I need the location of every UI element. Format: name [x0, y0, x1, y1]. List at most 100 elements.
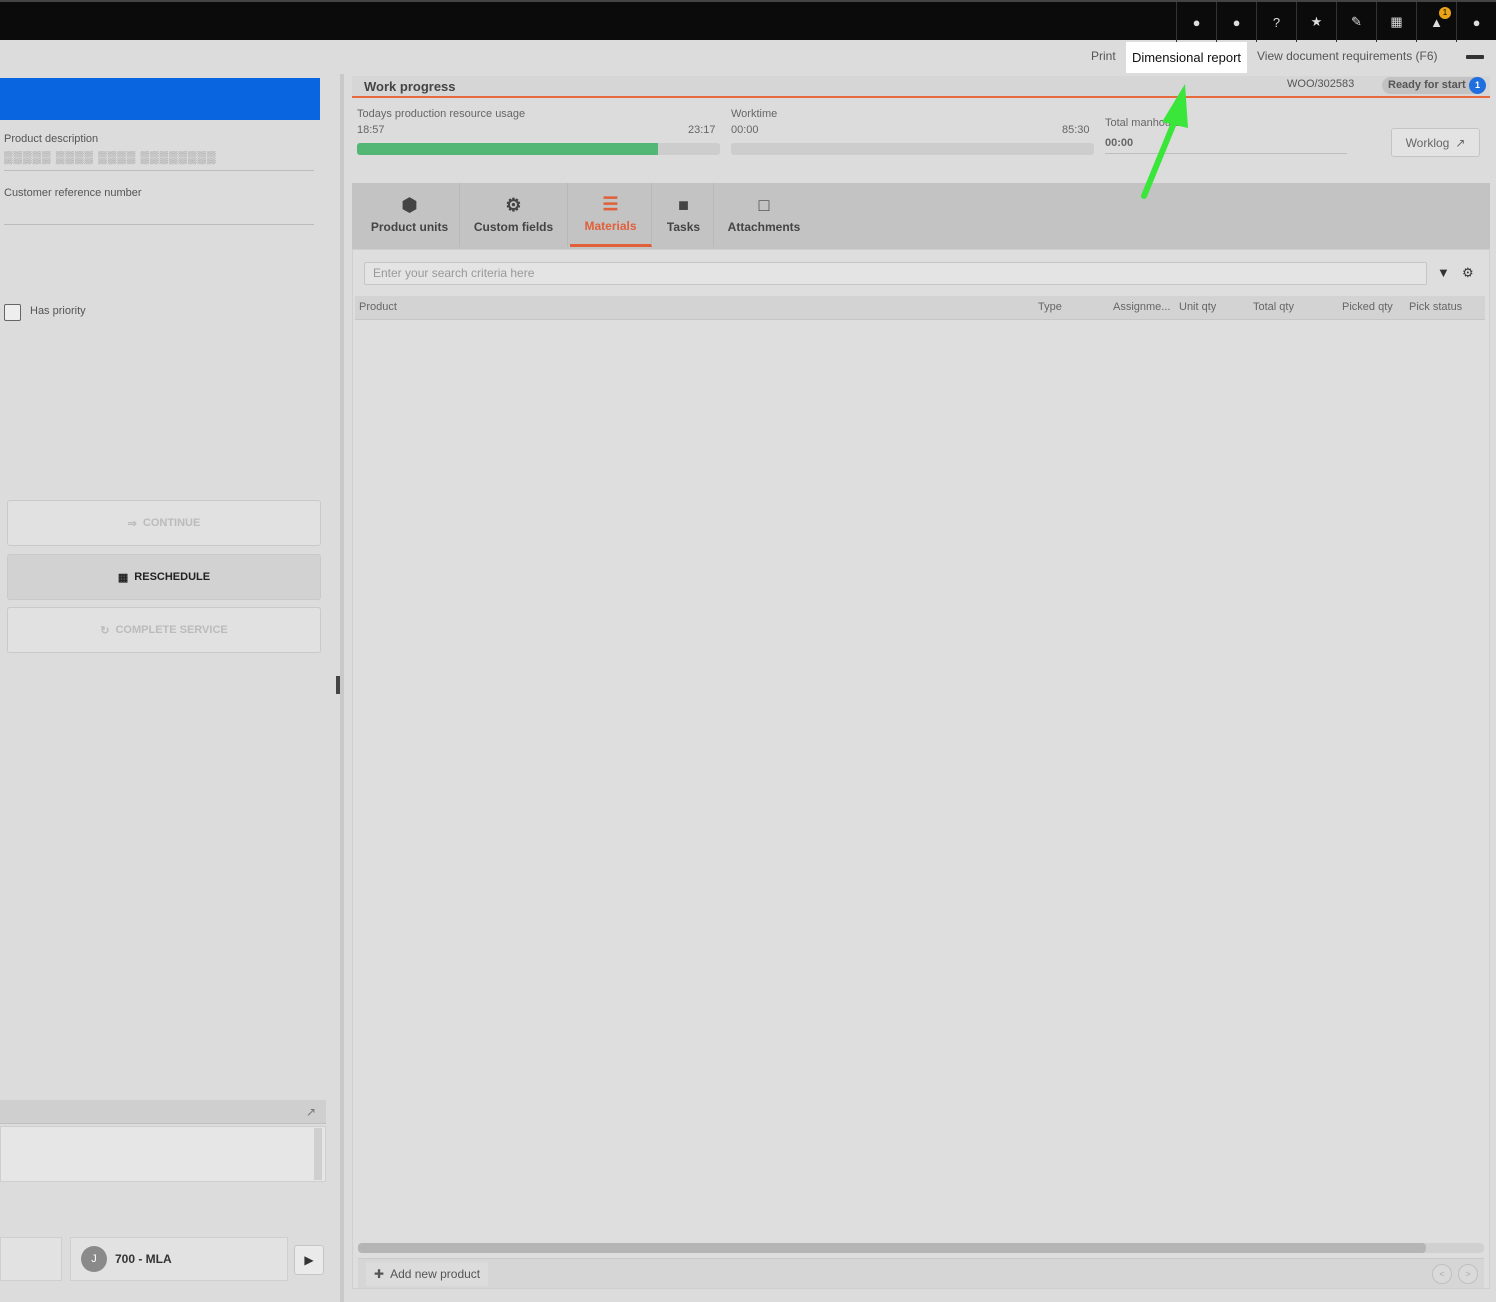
previous-page-button[interactable]: <	[1432, 1264, 1452, 1284]
chevron-right-icon: >	[1465, 1269, 1471, 1279]
tab-tasks[interactable]: ■ Tasks	[654, 183, 714, 247]
resource-usage-fill	[357, 143, 659, 155]
grid-glyph: ▦	[1390, 14, 1403, 29]
plus-icon: ✚	[374, 1267, 385, 1281]
column-assignment[interactable]: Assignme...	[1113, 301, 1170, 313]
notes-scrollbar[interactable]	[314, 1128, 322, 1180]
help-icon[interactable]: ?	[1256, 2, 1296, 42]
clock-icon[interactable]: ●	[1176, 2, 1216, 42]
work-progress-title: Work progress	[364, 79, 456, 94]
user-glyph: ●	[1472, 14, 1481, 30]
chat-icon[interactable]: ●	[1216, 2, 1256, 42]
tab-label: Custom fields	[473, 220, 554, 234]
notification-badge: 1	[1439, 7, 1451, 19]
product-units-icon: ⬢	[401, 195, 418, 215]
next-page-button[interactable]: >	[1458, 1264, 1478, 1284]
resource-usage-label: Todays production resource usage	[357, 108, 526, 120]
external-link-icon: ↗	[1455, 135, 1466, 150]
scrollbar-thumb[interactable]	[358, 1243, 1426, 1253]
status-text: Ready for start	[1388, 79, 1466, 91]
chat-glyph: ●	[1232, 14, 1241, 30]
total-manhours-value: 00:00	[1105, 137, 1134, 149]
filter-icon[interactable]: ▼	[1437, 265, 1450, 280]
materials-footer: ✚ Add new product < >	[358, 1258, 1484, 1288]
user-label: 700 - MLA	[115, 1252, 172, 1266]
tab-product-units[interactable]: ⬢ Product units	[360, 183, 460, 247]
column-pick-status[interactable]: Pick status	[1409, 301, 1462, 313]
customer-reference-field[interactable]	[4, 224, 314, 225]
add-new-product-button[interactable]: ✚ Add new product	[366, 1262, 489, 1286]
complete-service-label: COMPLETE SERVICE	[115, 624, 228, 636]
search-input[interactable]: Enter your search criteria here	[364, 262, 1427, 285]
tab-attachments[interactable]: □ Attachments	[716, 183, 812, 247]
tab-bar: ⬢ Product units ⚙ Custom fields ☰ Materi…	[352, 183, 1490, 249]
calendar-icon: ▦	[117, 571, 129, 584]
tab-label: Attachments	[727, 220, 801, 234]
resource-usage-bar	[357, 143, 720, 155]
tasks-icon: ■	[678, 195, 689, 215]
worktime-end: 85:30	[1062, 124, 1090, 136]
more-menu-icon[interactable]	[1466, 55, 1484, 59]
column-picked-qty[interactable]: Picked qty	[1342, 301, 1393, 313]
reschedule-button[interactable]: ▦ RESCHEDULE	[7, 554, 321, 600]
footer-box[interactable]	[0, 1237, 62, 1281]
dimensional-report-link[interactable]: Dimensional report	[1126, 42, 1247, 73]
attachments-icon: □	[758, 195, 770, 215]
panel-divider	[340, 74, 344, 1302]
chevron-right-icon: ▶	[304, 1253, 314, 1267]
help-glyph: ?	[1272, 14, 1281, 30]
add-new-product-label: Add new product	[390, 1267, 481, 1281]
has-priority-checkbox[interactable]	[4, 304, 21, 321]
worktime-start: 00:00	[731, 124, 759, 136]
tab-label: Materials	[584, 218, 637, 233]
bell-icon[interactable]: ▲ 1	[1416, 2, 1456, 42]
horizontal-scrollbar[interactable]	[358, 1243, 1484, 1253]
top-bar: ● ● ? ★ ✎ ▦ ▲ 1 ●	[0, 0, 1496, 42]
external-link-icon[interactable]: ↗	[306, 1105, 316, 1119]
header-bar	[0, 78, 320, 120]
view-document-requirements-link[interactable]: View document requirements (F6)	[1257, 49, 1438, 63]
column-unit-qty[interactable]: Unit qty	[1179, 301, 1216, 313]
chevron-left-icon: <	[1439, 1269, 1445, 1279]
splitter-handle[interactable]	[336, 676, 340, 694]
print-link[interactable]: Print	[1091, 49, 1116, 63]
product-description-underline	[4, 170, 314, 171]
continue-label: CONTINUE	[142, 517, 201, 529]
column-type[interactable]: Type	[1038, 301, 1062, 313]
materials-icon: ☰	[602, 193, 619, 214]
materials-panel	[352, 249, 1490, 1289]
star-icon[interactable]: ★	[1296, 2, 1336, 42]
customer-reference-label: Customer reference number	[4, 187, 142, 199]
left-panel: Product description ▒▒▒▒▒ ▒▒▒▒ ▒▒▒▒ ▒▒▒▒…	[0, 74, 334, 1302]
notes-section-body	[0, 1126, 326, 1182]
resource-usage-start: 18:57	[357, 124, 385, 136]
settings-gear-icon[interactable]: ⚙	[1462, 265, 1474, 281]
user-card[interactable]: J 700 - MLA	[70, 1237, 288, 1281]
status-badge[interactable]: Ready for start 1	[1382, 77, 1486, 94]
materials-table-header: Product Type Assignme... Unit qty Total …	[355, 296, 1485, 320]
resource-usage-end: 23:17	[688, 124, 716, 136]
avatar: J	[81, 1246, 107, 1272]
worklog-button[interactable]: Worklog ↗	[1391, 128, 1480, 157]
action-row: Print View document requirements (F6)	[0, 40, 1496, 74]
tab-materials[interactable]: ☰ Materials	[570, 183, 652, 247]
top-icon-group: ● ● ? ★ ✎ ▦ ▲ 1 ●	[1176, 2, 1496, 42]
worktime-bar	[731, 143, 1094, 155]
status-count: 1	[1469, 77, 1486, 94]
work-order-id: WOO/302583	[1287, 78, 1355, 90]
complete-service-button[interactable]: ↻ COMPLETE SERVICE	[7, 607, 321, 653]
total-manhours-underline	[1105, 153, 1347, 154]
grid-icon[interactable]: ▦	[1376, 2, 1416, 42]
next-arrow-button[interactable]: ▶	[294, 1245, 324, 1275]
tab-custom-fields[interactable]: ⚙ Custom fields	[460, 183, 568, 247]
clock-glyph: ●	[1192, 14, 1201, 30]
column-product[interactable]: Product	[359, 301, 397, 313]
continue-icon: ⇒	[127, 517, 137, 530]
work-progress-header: Work progress WOO/302583 Ready for start…	[352, 76, 1490, 98]
column-total-qty[interactable]: Total qty	[1253, 301, 1294, 313]
continue-button[interactable]: ⇒ CONTINUE	[7, 500, 321, 546]
user-icon[interactable]: ●	[1456, 2, 1496, 42]
star-glyph: ★	[1310, 14, 1323, 29]
product-description-label: Product description	[4, 133, 99, 145]
pencil-icon[interactable]: ✎	[1336, 2, 1376, 42]
